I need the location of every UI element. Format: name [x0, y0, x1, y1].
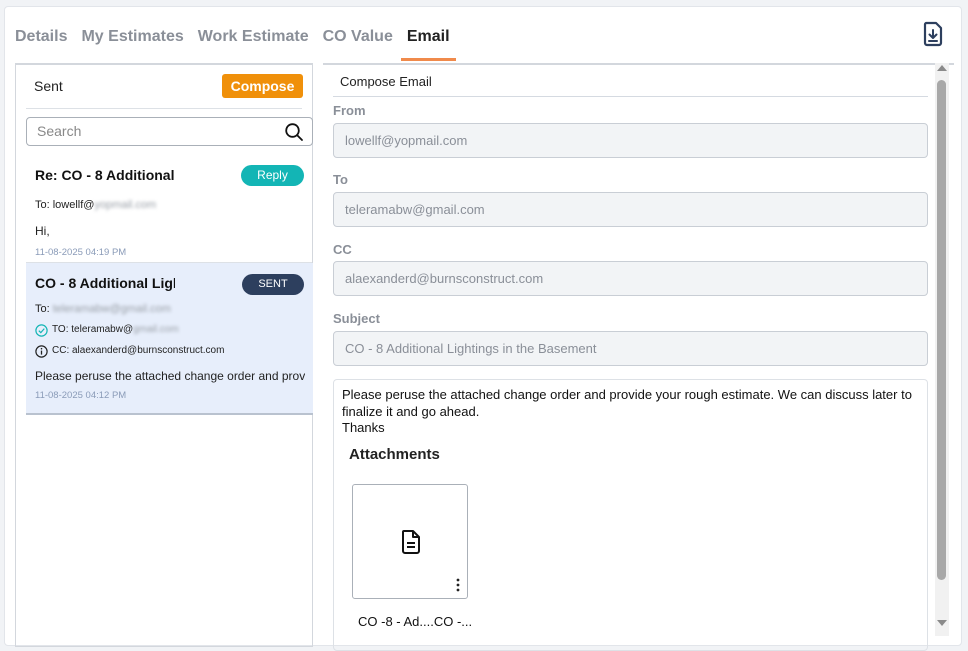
to-label: To — [333, 172, 348, 187]
email-preview: Please peruse the attached change order … — [35, 369, 305, 383]
search-input[interactable] — [27, 118, 277, 144]
sent-folder-label: Sent — [34, 78, 63, 94]
message-body-editor[interactable]: Please peruse the attached change order … — [333, 379, 928, 651]
email-preview: Hi, — [35, 224, 50, 238]
tab-email[interactable]: Email — [400, 27, 456, 61]
list-item-selected[interactable]: CO - 8 Additional Lightings in the Basem… — [26, 263, 313, 415]
subject-label: Subject — [333, 311, 380, 326]
search-box — [26, 117, 313, 146]
sent-list-panel: Sent Compose Re: CO - 8 Additional Light… — [15, 63, 313, 647]
scroll-thumb[interactable] — [937, 80, 946, 580]
subject-field[interactable]: CO - 8 Additional Lightings in the Basem… — [333, 331, 928, 366]
scrollbar[interactable] — [935, 63, 949, 636]
to-line: TO: teleramabw@gmail.com — [52, 324, 179, 335]
divider — [333, 96, 928, 97]
compose-title: Compose Email — [340, 74, 432, 89]
compose-panel: Compose Email From lowellf@yopmail.com T… — [323, 63, 954, 651]
to-field[interactable]: teleramabw@gmail.com — [333, 192, 928, 227]
file-download-icon[interactable] — [921, 21, 945, 47]
tab-my-estimates[interactable]: My Estimates — [81, 27, 190, 61]
document-icon — [401, 529, 421, 555]
info-circle-icon — [35, 345, 48, 358]
tab-work-estimate[interactable]: Work Estimate — [198, 27, 316, 61]
from-label: From — [333, 103, 366, 118]
list-item[interactable]: Re: CO - 8 Additional Lightings in the B… — [26, 155, 312, 263]
tab-bar: Details My Estimates Work Estimate CO Va… — [15, 27, 463, 61]
compose-button[interactable]: Compose — [222, 74, 303, 98]
attachment-name: CO -8 - Ad....CO -... — [358, 614, 473, 629]
message-body: Please peruse the attached change order … — [342, 387, 912, 435]
list-header: Sent Compose — [26, 65, 303, 109]
attachment-card[interactable] — [352, 484, 468, 599]
more-vertical-icon[interactable] — [455, 578, 461, 592]
reply-button[interactable]: Reply — [241, 165, 304, 186]
email-date: 11-08-2025 04:12 PM — [35, 390, 127, 401]
scroll-down-icon[interactable] — [937, 620, 947, 626]
email-recipient: To: teleramabw@gmail.com — [35, 303, 171, 315]
email-subject: CO - 8 Additional Lightings in the Basem… — [35, 275, 175, 291]
sent-badge: SENT — [242, 274, 304, 295]
email-subject: Re: CO - 8 Additional Lightings in the B… — [35, 167, 175, 183]
cc-label: CC — [333, 242, 352, 257]
from-field[interactable]: lowellf@yopmail.com — [333, 123, 928, 158]
tab-co-value[interactable]: CO Value — [323, 27, 400, 61]
scroll-up-icon[interactable] — [937, 65, 947, 71]
cc-field[interactable]: alaexanderd@burnsconstruct.com — [333, 261, 928, 296]
tab-details[interactable]: Details — [15, 27, 74, 61]
email-recipient: To: lowellf@yopmail.com — [35, 199, 157, 211]
check-circle-icon — [35, 324, 48, 337]
search-icon[interactable] — [284, 122, 304, 142]
main-card: Details My Estimates Work Estimate CO Va… — [4, 6, 962, 651]
attachments-heading: Attachments — [349, 446, 440, 463]
email-date: 11-08-2025 04:19 PM — [35, 247, 127, 258]
cc-line: CC: alaexanderd@burnsconstruct.com — [52, 345, 225, 356]
